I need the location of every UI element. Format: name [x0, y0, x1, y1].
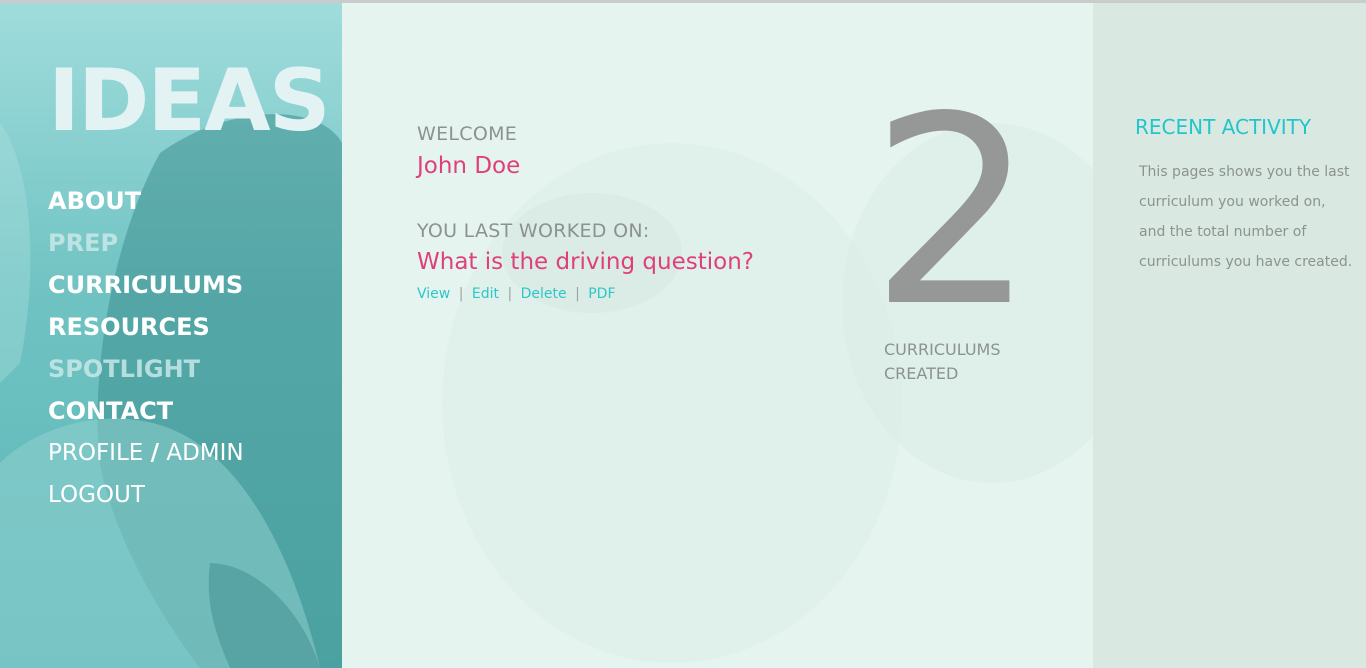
nav-link-profile[interactable]: PROFILE [48, 440, 143, 466]
recent-activity-description: This pages shows you the last curriculum… [1139, 164, 1353, 270]
nav-item-logout[interactable]: LOGOUT [48, 477, 244, 519]
welcome-label: WELCOME [417, 123, 518, 145]
last-worked-title[interactable]: What is the driving question? [417, 249, 754, 275]
nav-item-resources[interactable]: RESOURCES [48, 309, 244, 351]
site-logo[interactable]: IDEAS [48, 51, 331, 151]
recent-activity-title: RECENT ACTIVITY [1135, 115, 1312, 139]
count-label-line2: CREATED [884, 364, 959, 383]
recent-activity-panel: RECENT ACTIVITY This pages shows you the… [1093, 3, 1366, 668]
pdf-link[interactable]: PDF [588, 286, 615, 302]
nav-separator: / [150, 440, 160, 466]
nav-item-profile-admin: PROFILE / ADMIN [48, 435, 244, 477]
curriculum-actions: View | Edit | Delete | PDF [417, 286, 616, 302]
nav-link-admin[interactable]: ADMIN [166, 440, 243, 466]
action-separator: | [458, 286, 464, 302]
nav-item-prep[interactable]: PREP [48, 225, 244, 267]
action-separator: | [507, 286, 513, 302]
action-separator: | [575, 286, 580, 302]
page: IDEAS ABOUT PREP CURRICULUMS RESOURCES S… [0, 0, 1366, 668]
nav-item-about[interactable]: ABOUT [48, 183, 244, 225]
edit-link[interactable]: Edit [472, 286, 499, 302]
nav-item-spotlight[interactable]: SPOTLIGHT [48, 351, 244, 393]
sidebar: IDEAS ABOUT PREP CURRICULUMS RESOURCES S… [0, 3, 342, 668]
delete-link[interactable]: Delete [521, 286, 567, 302]
main-nav: ABOUT PREP CURRICULUMS RESOURCES SPOTLIG… [48, 183, 244, 519]
last-worked-label: YOU LAST WORKED ON: [417, 220, 650, 242]
nav-item-contact[interactable]: CONTACT [48, 393, 244, 435]
curriculums-count-label: CURRICULUMS CREATED [884, 338, 1044, 386]
user-name: John Doe [417, 153, 521, 179]
view-link[interactable]: View [417, 286, 450, 302]
main-content: WELCOME John Doe YOU LAST WORKED ON: Wha… [342, 3, 1094, 668]
count-label-line1: CURRICULUMS [884, 340, 1001, 359]
nav-item-curriculums[interactable]: CURRICULUMS [48, 267, 244, 309]
curriculums-count: 2 [870, 62, 1036, 364]
